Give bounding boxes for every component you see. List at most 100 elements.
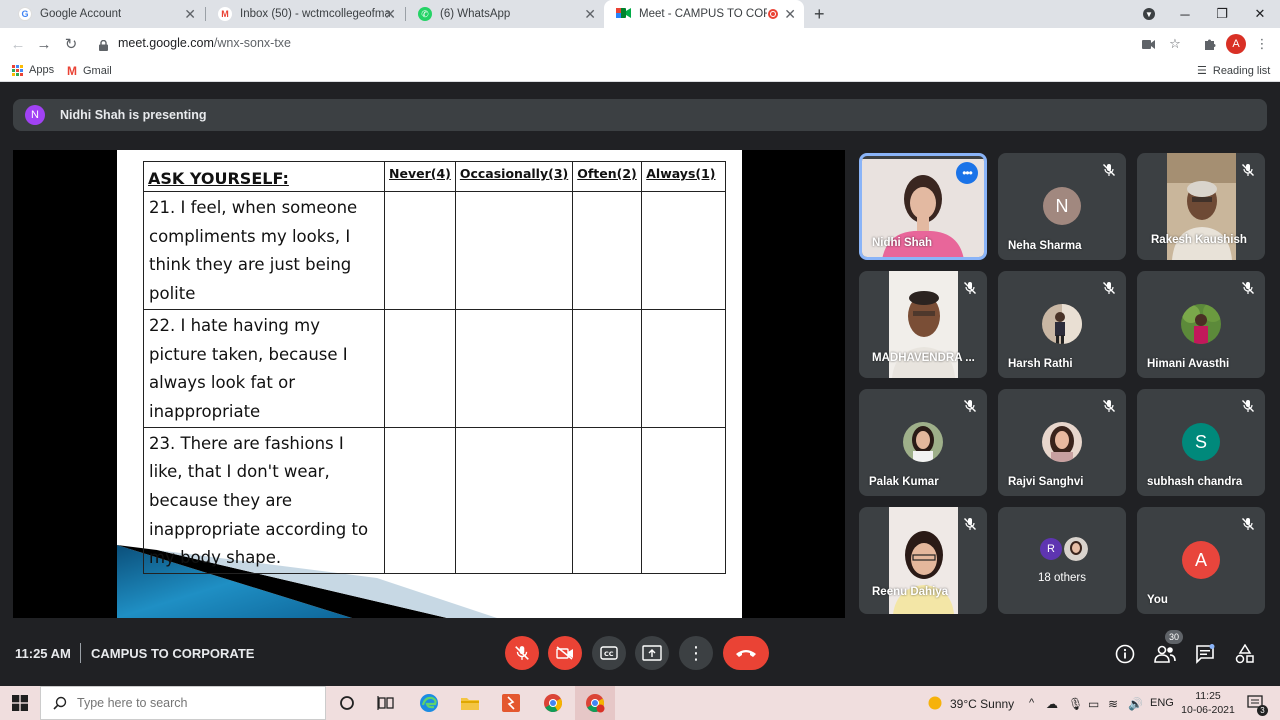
more-options-icon[interactable]: •••: [956, 162, 978, 184]
tab-google-account[interactable]: G Google Account ✕: [6, 0, 204, 28]
present-now-button[interactable]: [635, 636, 669, 670]
reading-list[interactable]: ☰ Reading list: [1197, 64, 1271, 78]
address-bar[interactable]: meet.google.com/wnx-sonx-txe: [118, 36, 291, 50]
camera-toggle-button[interactable]: [548, 636, 582, 670]
bookmark-label: Reading list: [1212, 64, 1271, 77]
weather-text[interactable]: 39°C Sunny: [950, 697, 1014, 711]
tab-inbox[interactable]: M Inbox (50) - wctmcollegeofmana ✕: [206, 0, 404, 28]
people-icon: [1154, 645, 1176, 663]
taskbar-clock[interactable]: 11:25 10-06-2021: [1180, 689, 1236, 717]
participant-tile-madhavendra[interactable]: MADHAVENDRA ...: [859, 271, 987, 378]
cortana-icon[interactable]: [336, 692, 358, 714]
participant-tile-harsh-rathi[interactable]: Harsh Rathi: [998, 271, 1126, 378]
search-input[interactable]: [77, 696, 317, 710]
question-line: compliments my looks, I: [149, 226, 351, 246]
leave-call-button[interactable]: [723, 636, 769, 670]
answer-cell: [572, 426, 643, 575]
participant-tile-reenu-dahiya[interactable]: Reenu Dahiya: [859, 507, 987, 614]
back-button[interactable]: ←: [8, 34, 28, 54]
participant-tile-nidhi-shah[interactable]: ••• Nidhi Shah: [859, 153, 987, 260]
close-icon[interactable]: ✕: [584, 6, 596, 22]
participant-photo: [903, 422, 943, 462]
chrome-icon[interactable]: [542, 692, 564, 714]
apps-grid-icon: [12, 64, 23, 76]
table-header: Never(4): [384, 161, 456, 192]
chat-button[interactable]: [1194, 643, 1216, 665]
recording-indicator-icon: [768, 9, 778, 19]
extensions-icon[interactable]: [1199, 34, 1219, 54]
meeting-details-button[interactable]: [1114, 643, 1136, 665]
taskbar-search[interactable]: [40, 686, 326, 720]
file-explorer-icon[interactable]: [459, 692, 481, 714]
close-icon[interactable]: ✕: [384, 6, 396, 22]
participant-name: Harsh Rathi: [1008, 358, 1073, 370]
participant-tile-rajvi-sanghvi[interactable]: Rajvi Sanghvi: [998, 389, 1126, 496]
people-button[interactable]: [1154, 643, 1176, 665]
participant-tile-neha-sharma[interactable]: N Neha Sharma: [998, 153, 1126, 260]
participant-name: Reenu Dahiya: [872, 586, 949, 598]
tab-whatsapp[interactable]: ✆ (6) WhatsApp ✕: [406, 0, 604, 28]
mic-toggle-button[interactable]: [505, 636, 539, 670]
question-line: 22. I hate having my: [149, 315, 320, 335]
close-window-button[interactable]: ✕: [1241, 0, 1279, 28]
language-indicator[interactable]: ENG: [1150, 697, 1174, 709]
app-icon[interactable]: [500, 692, 522, 714]
close-icon[interactable]: ✕: [184, 6, 196, 22]
start-button[interactable]: [0, 686, 40, 720]
maximize-button[interactable]: ❐: [1203, 0, 1241, 28]
mic-off-icon: [1103, 400, 1115, 412]
profile-avatar[interactable]: A: [1226, 34, 1246, 54]
presenting-text: Nidhi Shah is presenting: [60, 108, 207, 122]
more-options-icon[interactable]: ⋮: [1252, 34, 1272, 54]
whatsapp-icon: ✆: [418, 7, 432, 21]
onedrive-icon[interactable]: ☁: [1046, 697, 1058, 711]
new-tab-button[interactable]: +: [814, 4, 825, 25]
participant-tile-you[interactable]: A You: [1137, 507, 1265, 614]
participant-tile-palak-kumar[interactable]: Palak Kumar: [859, 389, 987, 496]
table-row: 21. I feel, when someone compliments my …: [143, 191, 727, 310]
battery-icon[interactable]: ▭: [1088, 697, 1099, 711]
reload-button[interactable]: ↻: [61, 34, 81, 54]
chrome-profile-icon[interactable]: [575, 686, 615, 720]
show-hidden-icons-icon[interactable]: ^: [1029, 697, 1034, 709]
windows-logo-icon: [12, 695, 28, 711]
tab-meet[interactable]: Meet - CAMPUS TO CORPOR ✕: [604, 0, 804, 28]
mic-off-icon: [1242, 400, 1254, 412]
forward-button[interactable]: →: [34, 34, 54, 54]
mic-off-icon: [515, 646, 529, 660]
present-screen-icon: [642, 645, 662, 661]
task-view-icon[interactable]: [375, 692, 397, 714]
wifi-icon[interactable]: ≋: [1108, 697, 1118, 711]
microphone-icon[interactable]: 🎙: [1068, 697, 1083, 711]
weather-sun-icon[interactable]: [924, 692, 946, 714]
bookmark-star-icon[interactable]: ☆: [1165, 34, 1185, 54]
bookmark-apps[interactable]: Apps: [12, 64, 54, 76]
edge-browser-icon[interactable]: [418, 692, 440, 714]
url-path: /wnx-sonx-txe: [213, 36, 291, 50]
participant-photo: [1181, 304, 1221, 344]
tab-search-button[interactable]: ▼: [1130, 0, 1168, 28]
more-options-button[interactable]: ⋮: [679, 636, 713, 670]
activities-button[interactable]: [1234, 643, 1256, 665]
bookmark-gmail[interactable]: M Gmail: [67, 64, 112, 78]
lock-icon[interactable]: [99, 38, 108, 56]
answer-cell: [641, 426, 727, 575]
participant-tile-himani-avasthi[interactable]: Himani Avasthi: [1137, 271, 1265, 378]
captions-button[interactable]: CC: [592, 636, 626, 670]
table-row: 23. There are fashions I like, that I do…: [143, 426, 727, 575]
tab-title: Meet - CAMPUS TO CORPOR: [639, 8, 767, 20]
gmail-icon: M: [218, 7, 232, 21]
question-line: like, that I don't wear,: [149, 462, 330, 482]
table-header-row: ASK YOURSELF: Never(4) Occasionally(3) O…: [143, 161, 727, 192]
participant-tile-others[interactable]: R 18 others: [998, 507, 1126, 614]
tab-title: (6) WhatsApp: [440, 8, 511, 20]
meeting-time: 11:25 AM: [15, 646, 71, 661]
camera-in-use-icon[interactable]: [1138, 34, 1158, 54]
participant-tile-subhash-chandra[interactable]: S subhash chandra: [1137, 389, 1265, 496]
volume-icon[interactable]: 🔊: [1128, 697, 1143, 711]
participant-tile-rakesh-kaushish[interactable]: Rakesh Kaushish: [1137, 153, 1265, 260]
notification-center-button[interactable]: 3: [1245, 692, 1268, 716]
close-icon[interactable]: ✕: [784, 6, 796, 22]
question-line: because they are: [149, 491, 293, 511]
minimize-button[interactable]: ─: [1166, 0, 1204, 28]
